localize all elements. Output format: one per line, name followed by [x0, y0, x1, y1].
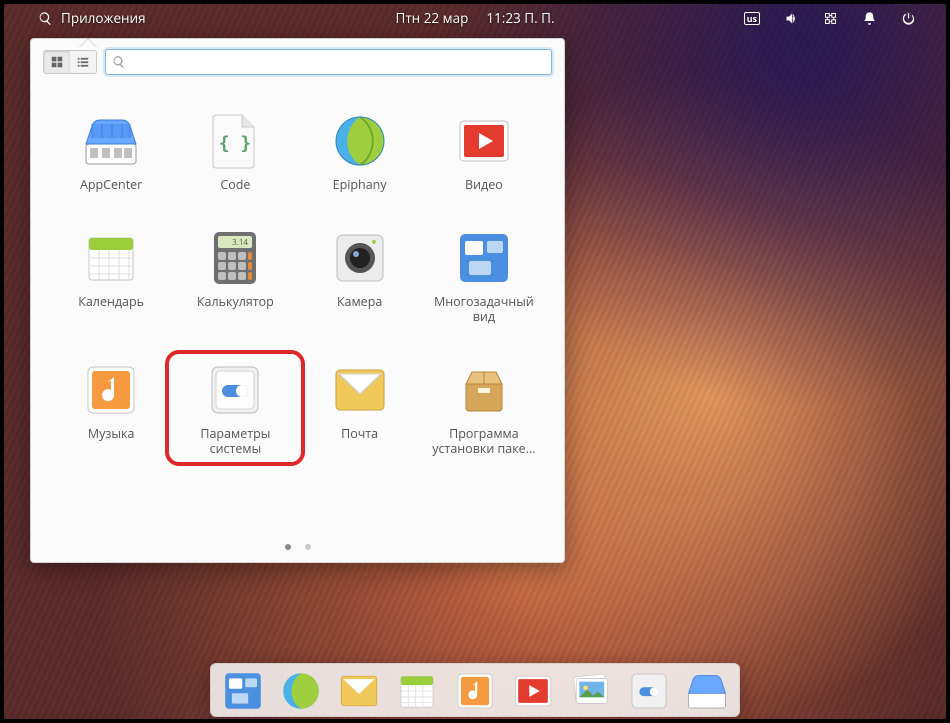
- app-label: Видео: [465, 177, 503, 192]
- epiphany-icon: [330, 111, 390, 171]
- app-epiphany[interactable]: Epiphany: [300, 107, 420, 196]
- notifications-icon[interactable]: [862, 11, 877, 26]
- app-settings[interactable]: Параметры системы: [175, 356, 295, 460]
- code-icon: { }: [205, 111, 265, 171]
- grid-view-button[interactable]: [44, 51, 70, 73]
- volume-icon[interactable]: [784, 11, 799, 26]
- appcenter-icon: [81, 111, 141, 171]
- mail-icon: [330, 360, 390, 420]
- list-view-button[interactable]: [70, 51, 96, 73]
- network-icon[interactable]: [823, 11, 838, 26]
- app-mail[interactable]: Почта: [300, 356, 420, 460]
- panel-time[interactable]: 11:23 П. П.: [486, 9, 554, 27]
- search-input[interactable]: [130, 55, 545, 70]
- dock-mail[interactable]: [337, 669, 381, 713]
- svg-text:{ }: { }: [219, 133, 252, 154]
- app-label: Музыка: [88, 426, 135, 441]
- app-label: Почта: [341, 426, 378, 441]
- calculator-icon: 3.14: [205, 228, 265, 288]
- app-label: Параметры системы: [200, 426, 270, 456]
- dock-settings[interactable]: [627, 669, 671, 713]
- top-panel: Приложения Птн 22 мар 11:23 П. П. us: [4, 4, 946, 32]
- dock: [210, 663, 740, 717]
- applications-menu-button[interactable]: Приложения: [61, 9, 146, 27]
- dock-music[interactable]: [453, 669, 497, 713]
- app-music[interactable]: Музыка: [51, 356, 171, 460]
- settings-icon: [205, 360, 265, 420]
- app-label: AppCenter: [80, 177, 142, 192]
- panel-date[interactable]: Птн 22 мар: [395, 9, 468, 27]
- app-code[interactable]: { } Code: [175, 107, 295, 196]
- page-dot[interactable]: [305, 544, 311, 550]
- calendar-icon: [81, 228, 141, 288]
- installer-icon: [454, 360, 514, 420]
- app-videos[interactable]: Видео: [424, 107, 544, 196]
- list-view-icon: [76, 55, 90, 69]
- videos-icon: [454, 111, 514, 171]
- page-indicator[interactable]: [31, 544, 564, 550]
- dock-calendar[interactable]: [395, 669, 439, 713]
- grid-view-icon: [50, 55, 64, 69]
- app-label: Программа установки паке...: [432, 426, 535, 456]
- page-dot[interactable]: [285, 544, 291, 550]
- dock-videos[interactable]: [511, 669, 555, 713]
- applications-popover: AppCenter { } Code Epipha: [30, 38, 565, 563]
- app-camera[interactable]: Камера: [300, 224, 420, 328]
- app-label: Калькулятор: [197, 294, 274, 309]
- app-label: Code: [220, 177, 250, 192]
- app-appcenter[interactable]: AppCenter: [51, 107, 171, 196]
- music-icon: [81, 360, 141, 420]
- dock-epiphany[interactable]: [279, 669, 323, 713]
- search-field[interactable]: [105, 49, 552, 75]
- power-icon[interactable]: [901, 11, 916, 26]
- app-calculator[interactable]: 3.14 Калькулятор: [175, 224, 295, 328]
- app-multitask[interactable]: Многозадачный вид: [424, 224, 544, 328]
- dock-multitask[interactable]: [221, 669, 265, 713]
- dock-photos[interactable]: [569, 669, 613, 713]
- view-switcher: [43, 50, 97, 74]
- app-label: Многозадачный вид: [434, 294, 534, 324]
- application-grid: AppCenter { } Code Epipha: [31, 85, 564, 460]
- camera-icon: [330, 228, 390, 288]
- app-label: Epiphany: [333, 177, 387, 192]
- app-label: Камера: [337, 294, 382, 309]
- app-installer[interactable]: Программа установки паке...: [424, 356, 544, 460]
- search-icon: [112, 55, 126, 69]
- svg-text:3.14: 3.14: [233, 237, 249, 248]
- multitask-icon: [454, 228, 514, 288]
- search-icon: [38, 11, 53, 26]
- keyboard-layout-indicator[interactable]: us: [744, 12, 760, 25]
- app-label: Календарь: [78, 294, 144, 309]
- app-calendar[interactable]: Календарь: [51, 224, 171, 328]
- dock-appcenter[interactable]: [685, 669, 729, 713]
